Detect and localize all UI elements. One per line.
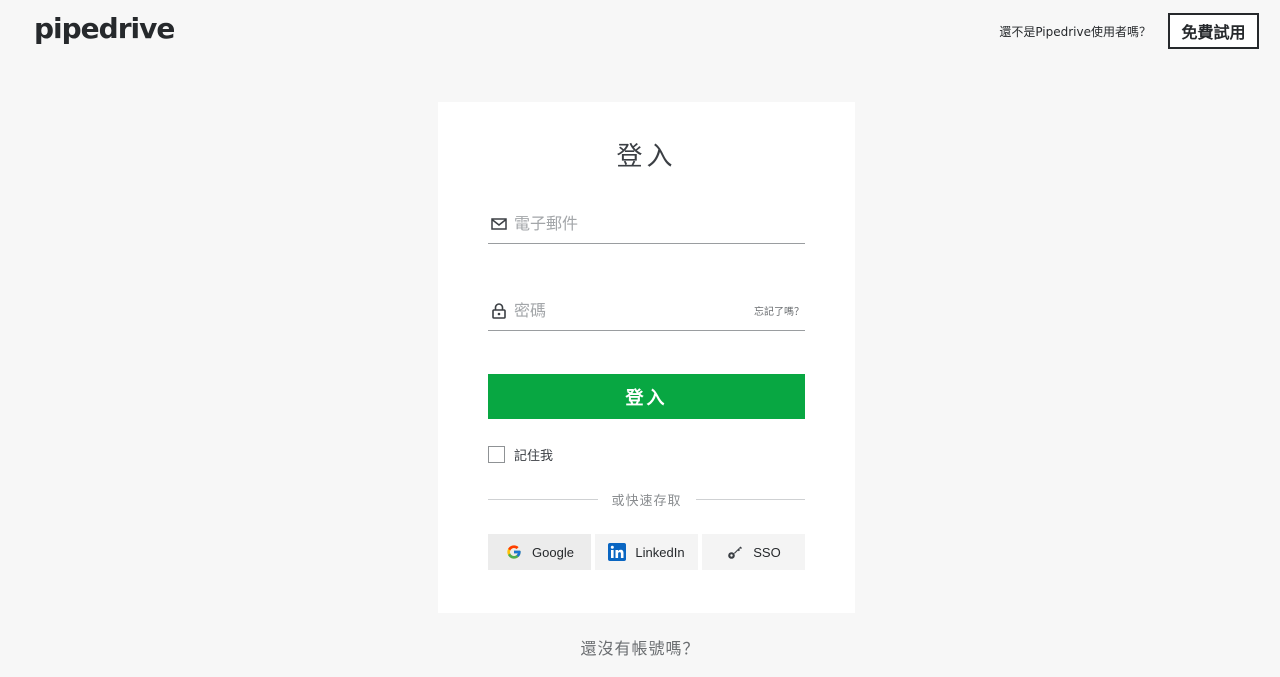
- linkedin-login-button[interactable]: LinkedIn: [595, 534, 698, 570]
- no-account-link[interactable]: 還沒有帳號嗎？: [0, 635, 1280, 659]
- remember-me-label: 記住我: [514, 449, 554, 464]
- forgot-password-link[interactable]: 忘記了嗎？: [754, 303, 804, 318]
- google-label: Google: [532, 544, 574, 560]
- header-actions: 還不是Pipedrive使用者嗎？ 免費試用: [999, 13, 1259, 49]
- google-icon: [505, 543, 523, 561]
- email-field[interactable]: [488, 204, 805, 244]
- password-input[interactable]: [514, 291, 754, 330]
- password-field[interactable]: 忘記了嗎？: [488, 291, 805, 331]
- envelope-icon: [490, 215, 508, 233]
- remember-me[interactable]: 記住我: [488, 445, 553, 464]
- free-trial-button[interactable]: 免費試用: [1168, 13, 1259, 49]
- login-title: 登入: [616, 142, 677, 172]
- remember-me-checkbox[interactable]: [488, 446, 505, 463]
- quick-access-buttons: Google LinkedIn SSO: [488, 534, 805, 570]
- lock-icon: [490, 302, 508, 320]
- sso-label: SSO: [753, 544, 781, 560]
- sso-login-button[interactable]: SSO: [702, 534, 805, 570]
- login-card: 登入 忘記了嗎？ 登入 記住我 或快速存取: [438, 102, 855, 613]
- key-icon: [726, 543, 744, 561]
- not-user-text: 還不是Pipedrive使用者嗎？: [999, 24, 1151, 39]
- divider-line-left: [488, 499, 598, 500]
- google-login-button[interactable]: Google: [488, 534, 591, 570]
- pipedrive-logo[interactable]: pipedrive: [34, 12, 175, 45]
- linkedin-label: LinkedIn: [635, 544, 685, 560]
- email-input[interactable]: [514, 204, 805, 243]
- divider-line-right: [695, 499, 806, 500]
- login-button[interactable]: 登入: [488, 374, 805, 419]
- linkedin-icon: [608, 543, 627, 561]
- quick-access-divider: 或快速存取: [488, 490, 806, 509]
- divider-text: 或快速存取: [611, 494, 682, 509]
